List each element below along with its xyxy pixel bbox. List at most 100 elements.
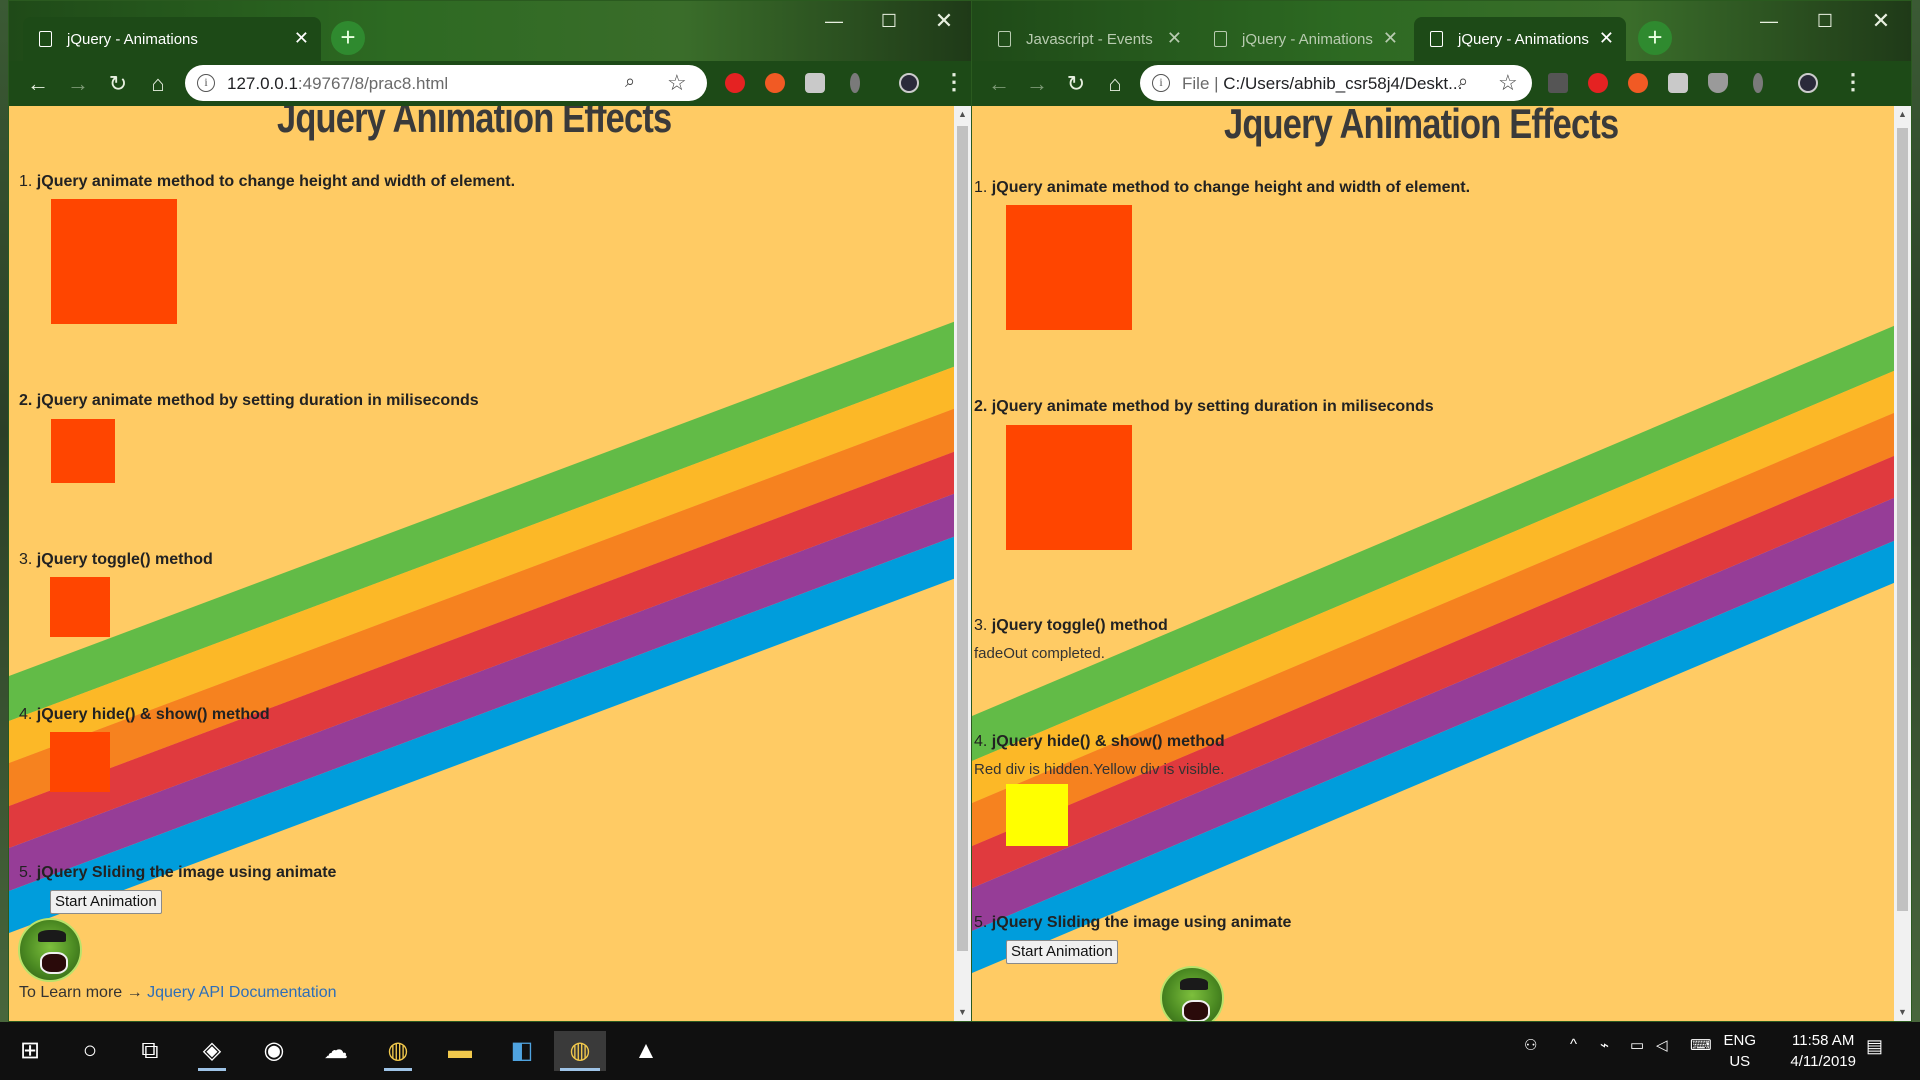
volume-icon[interactable]: ◁ (1656, 1036, 1668, 1054)
profile-avatar[interactable] (1798, 73, 1818, 93)
tab-javascript-events[interactable]: Javascript - Events ✕ (982, 17, 1194, 61)
people-icon[interactable]: ⚇ (1524, 1036, 1537, 1054)
tab-title: jQuery - Animations (1242, 30, 1373, 48)
back-icon[interactable]: ← (984, 69, 1014, 99)
maximize-button[interactable]: ☐ (1800, 7, 1850, 35)
scroll-down-arrow-icon[interactable]: ▼ (1894, 1004, 1911, 1021)
bookmark-star-icon[interactable]: ☆ (1498, 70, 1518, 96)
menu-dots-icon[interactable]: ⋮ (943, 69, 965, 95)
action-center-icon[interactable]: ▤ (1866, 1036, 1883, 1057)
info-icon[interactable]: i (1152, 74, 1170, 92)
file-explorer-icon[interactable]: ▬ (440, 1031, 480, 1071)
forward-icon[interactable]: → (63, 69, 93, 99)
url-path: :49767/8/prac8.html (297, 74, 449, 93)
input-language[interactable]: ENG US (1723, 1030, 1756, 1072)
profile-avatar[interactable] (899, 73, 919, 93)
scrollbar-thumb[interactable] (957, 126, 968, 951)
extension-infinity-icon[interactable] (765, 73, 785, 93)
close-window-button[interactable]: ✕ (1856, 7, 1906, 35)
bookmark-star-icon[interactable]: ☆ (667, 70, 687, 96)
info-icon[interactable]: i (197, 74, 215, 92)
browser-toolbar: ← → ↻ ⌂ i 127.0.0.1:49767/8/prac8.html ⌕… (9, 61, 971, 106)
minimize-button[interactable]: — (809, 7, 859, 35)
running-indicator (560, 1068, 600, 1071)
url-scheme: File (1182, 74, 1210, 93)
system-clock[interactable]: 11:58 AM 4/11/2019 (1790, 1030, 1856, 1072)
extension-infinity-icon[interactable] (1628, 73, 1648, 93)
item-4-label: 4. jQuery hide() & show() method (974, 733, 1225, 751)
tab-title: Javascript - Events (1026, 30, 1153, 48)
cortana-search-icon[interactable]: ○ (70, 1031, 110, 1071)
home-icon[interactable]: ⌂ (1100, 69, 1130, 99)
scroll-down-arrow-icon[interactable]: ▼ (954, 1004, 971, 1021)
scrollbar-thumb[interactable] (1897, 128, 1908, 911)
code-editor-icon[interactable]: ◧ (502, 1031, 542, 1071)
address-bar[interactable]: i File | C:/Users/abhib_csr58j4/Deskt...… (1140, 65, 1532, 101)
forward-icon[interactable]: → (1022, 69, 1052, 99)
close-tab-icon[interactable]: ✕ (294, 29, 309, 47)
footer-prefix: To Learn more → (19, 984, 148, 1001)
item-text: jQuery Sliding the image using animate (36, 864, 337, 881)
maximize-button[interactable]: ☐ (864, 7, 914, 35)
keyboard-icon[interactable]: ⌨ (1690, 1036, 1712, 1054)
vertical-scrollbar[interactable]: ▲ ▼ (1894, 106, 1911, 1021)
title-bar[interactable]: jQuery - Animations ✕ + — ☐ ✕ (9, 1, 971, 61)
task-view-icon[interactable]: ⧉ (130, 1031, 170, 1071)
new-tab-button[interactable]: + (331, 21, 365, 55)
item-2-label: 2. jQuery animate method by setting dura… (19, 392, 479, 410)
scroll-up-arrow-icon[interactable]: ▲ (954, 106, 971, 123)
media-player-icon[interactable]: ◉ (254, 1031, 294, 1071)
start-animation-button[interactable]: Start Animation (50, 890, 162, 914)
reload-icon[interactable]: ↻ (103, 69, 133, 99)
extension-pdf-icon[interactable] (1548, 73, 1568, 93)
extension-shield-icon[interactable] (1708, 73, 1728, 93)
chrome-active-icon[interactable]: ◍ (554, 1031, 606, 1071)
back-icon[interactable]: ← (23, 69, 53, 99)
api-docs-link[interactable]: Jquery API Documentation (147, 984, 336, 1001)
item-3-label: 3. jQuery toggle() method (974, 617, 1168, 635)
brave-browser-icon[interactable]: ◈ (192, 1031, 232, 1071)
page-title: Jquery Animation Effects (1224, 106, 1619, 147)
network-icon[interactable]: ⌁ (1600, 1036, 1609, 1054)
url-text: 127.0.0.1:49767/8/prac8.html (227, 74, 448, 94)
extension-adblock-icon[interactable] (725, 73, 745, 93)
zoom-icon[interactable]: ⌕ (1458, 71, 1468, 92)
close-tab-icon[interactable]: ✕ (1383, 29, 1398, 47)
vertical-scrollbar[interactable]: ▲ ▼ (954, 106, 971, 1021)
extension-marker-icon[interactable] (1668, 73, 1688, 93)
extension-adblock-icon[interactable] (1588, 73, 1608, 93)
reload-icon[interactable]: ↻ (1061, 69, 1091, 99)
tab-animations[interactable]: jQuery - Animations ✕ (23, 17, 321, 61)
item-text: jQuery toggle() method (991, 617, 1168, 634)
photos-app-icon[interactable]: ▲ (626, 1031, 666, 1071)
tab-animations-1[interactable]: jQuery - Animations ✕ (1198, 17, 1410, 61)
start-animation-button[interactable]: Start Animation (1006, 940, 1118, 964)
show-hidden-icons-icon[interactable]: ^ (1570, 1036, 1577, 1053)
extension-mouse-icon[interactable] (850, 73, 860, 93)
animated-box-2 (1006, 425, 1132, 550)
address-bar[interactable]: i 127.0.0.1:49767/8/prac8.html ⌕ ☆ (185, 65, 707, 101)
minimize-button[interactable]: — (1744, 7, 1794, 35)
extension-mouse-icon[interactable] (1753, 73, 1763, 93)
close-window-button[interactable]: ✕ (919, 7, 969, 35)
title-bar[interactable]: Javascript - Events ✕ jQuery - Animation… (972, 1, 1911, 61)
cloud-app-icon[interactable]: ☁ (316, 1031, 356, 1071)
item-text: jQuery animate method to change height a… (991, 179, 1471, 196)
home-icon[interactable]: ⌂ (143, 69, 173, 99)
chrome-icon[interactable]: ◍ (378, 1031, 418, 1071)
battery-icon[interactable]: ▭ (1630, 1036, 1644, 1054)
menu-dots-icon[interactable]: ⋮ (1842, 69, 1864, 95)
tab-animations-2[interactable]: jQuery - Animations ✕ (1414, 17, 1626, 61)
zoom-icon[interactable]: ⌕ (625, 71, 635, 92)
windows-start-icon[interactable]: ⊞ (10, 1031, 50, 1071)
extension-marker-icon[interactable] (805, 73, 825, 93)
page-viewport: Jquery Animation Effects 1. jQuery anima… (9, 106, 954, 1021)
lang-code: ENG (1723, 1032, 1756, 1049)
new-tab-button[interactable]: + (1638, 21, 1672, 55)
scroll-up-arrow-icon[interactable]: ▲ (1894, 106, 1911, 123)
hide-show-status-text: Red div is hidden.Yellow div is visible. (974, 761, 1225, 778)
close-tab-icon[interactable]: ✕ (1599, 29, 1614, 47)
close-tab-icon[interactable]: ✕ (1167, 29, 1182, 47)
url-path: C:/Users/abhib_csr58j4/Deskt... (1223, 74, 1463, 93)
clock-time: 11:58 AM (1792, 1032, 1855, 1049)
